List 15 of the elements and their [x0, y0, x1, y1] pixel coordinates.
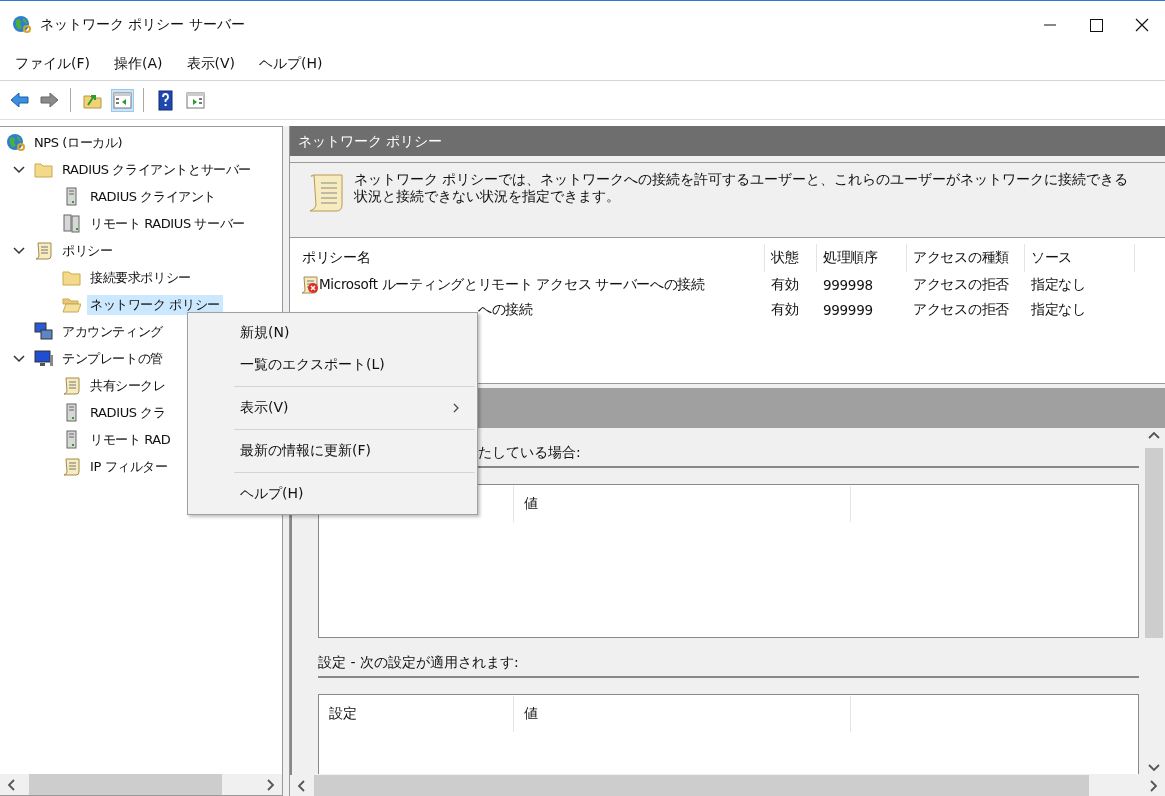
table-cell: 有効	[771, 275, 799, 294]
table-cell: 有効	[771, 300, 799, 319]
table-cell: アクセスの拒否	[913, 300, 1009, 319]
table-cell: アクセスの拒否	[913, 275, 1009, 294]
table-cell: への接続	[478, 300, 533, 319]
table-cell: 999999	[823, 301, 873, 318]
table-cell: 999998	[823, 276, 873, 293]
table-cell: 指定なし	[1031, 300, 1086, 319]
window-title: ネットワーク ポリシー サーバー	[40, 15, 245, 34]
section-title: 設定 - 次の設定が適用されます:	[318, 654, 519, 672]
pane-header: ネットワーク ポリシー	[290, 126, 1165, 156]
section-title: たしている場合:	[478, 444, 581, 462]
table-cell: Microsoft ルーティングとリモート アクセス サーバーへの接続	[319, 275, 705, 294]
table-cell: 指定なし	[1031, 275, 1086, 294]
description-text: ネットワーク ポリシーでは、ネットワークへの接続を許可するユーザーと、これらのユーザーがネットワークに接続できる状況と接続できない状況を指定できます。	[354, 171, 1130, 205]
